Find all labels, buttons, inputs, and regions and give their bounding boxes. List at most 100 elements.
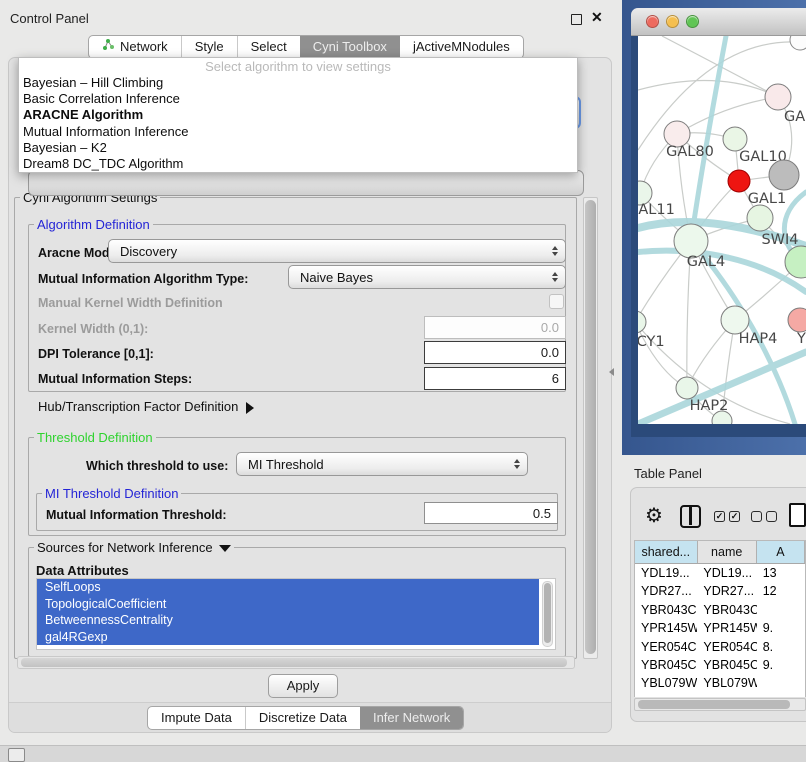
mi-algorithm-type-select[interactable]: Naive Bayes [288,265,566,289]
table-cell[interactable]: YER054C [697,638,756,656]
hub-definition-toggle[interactable]: Hub/Transcription Factor Definition [38,399,254,414]
deselect-all-checkbox-icon[interactable] [766,511,777,522]
network-node[interactable] [638,311,646,333]
network-node[interactable] [674,224,708,258]
table-row[interactable]: YER054CYER054C8. [635,638,805,656]
table-cell[interactable]: YDR27... [697,582,756,600]
network-node[interactable] [790,36,806,50]
window-close-icon[interactable] [646,15,659,28]
export-table-icon[interactable] [789,503,806,527]
mi-steps-input[interactable]: 6 [424,367,566,390]
table-cell[interactable]: 12 [757,582,805,600]
window-minimize-icon[interactable] [666,15,679,28]
table-cell[interactable]: YBL079W [635,674,697,692]
table-cell[interactable]: YBR045C [635,656,697,674]
window-zoom-icon[interactable] [686,15,699,28]
kernel-width-input[interactable]: 0.0 [424,316,566,339]
table-cell[interactable]: 9. [757,619,805,637]
scrollbar-thumb[interactable] [585,200,596,654]
network-node[interactable] [723,127,747,151]
dpi-tolerance-input[interactable]: 0.0 [424,341,566,364]
select-all-checkbox-icon[interactable]: ✓ [714,511,725,522]
table-cell[interactable]: YLR345W [635,693,697,697]
table-row[interactable]: YPR145WYPR145W9. [635,619,805,637]
panel-collapse-icon[interactable] [8,748,25,762]
table-cell[interactable]: YDL19... [697,564,756,582]
table-cell[interactable]: YDR27... [635,582,697,600]
table-column-header[interactable]: shared... [635,541,698,563]
table-cell[interactable]: 9. [757,656,805,674]
gear-icon[interactable]: ⚙ [645,503,663,528]
expand-right-icon[interactable] [246,402,254,414]
network-canvas[interactable]: GALGAL80GAL10GAL11GAL1GAL4SWI4GCY1HAP4YH… [638,36,806,424]
table-row[interactable]: YDR27...YDR27...12 [635,582,805,600]
list-vertical-scrollbar[interactable] [542,581,553,647]
mi-threshold-input[interactable]: 0.5 [424,502,558,524]
table-column-header[interactable]: A [757,541,805,563]
network-node[interactable] [747,205,773,231]
tab-network[interactable]: Network [89,36,181,58]
table-horizontal-scrollbar[interactable] [634,698,806,711]
aracne-mode-select[interactable]: Discovery [108,239,566,263]
sources-toggle[interactable]: Sources for Network Inference [34,540,234,555]
algorithm-option[interactable]: Dream8 DC_TDC Algorithm [19,156,577,172]
tab-impute-data[interactable]: Impute Data [148,707,245,729]
algorithm-option[interactable]: ARACNE Algorithm [19,107,577,123]
table-cell[interactable]: YDL19... [635,564,697,582]
attribute-list-item[interactable]: BetweennessCentrality [37,612,539,629]
collapse-down-icon[interactable] [219,545,231,552]
table-column-header[interactable]: name [698,541,757,563]
settings-horizontal-scrollbar[interactable] [17,656,575,669]
attribute-list-item[interactable]: gal4RGexp [37,629,539,646]
network-node[interactable] [765,84,791,110]
table-cell[interactable]: 8. [757,638,805,656]
table-row[interactable]: YBL079WYBL079W [635,674,805,692]
float-window-icon[interactable] [571,14,582,25]
table-cell[interactable]: 9. [757,693,805,697]
select-all-checkbox-icon[interactable]: ✓ [729,511,740,522]
algorithm-option[interactable]: Basic Correlation Inference [19,91,577,107]
table-cell[interactable]: 13 [757,564,805,582]
network-node[interactable] [728,170,750,192]
manual-kernel-width-checkbox[interactable] [549,294,564,309]
table-row[interactable]: YLR345WYLR345W9. [635,693,805,697]
attribute-list-item[interactable]: SelfLoops [37,579,539,596]
which-threshold-select[interactable]: MI Threshold [236,452,528,476]
table-row[interactable]: YDL19...YDL19...13 [635,564,805,582]
table-cell[interactable] [757,674,805,692]
panel-divider-handle[interactable] [609,368,614,376]
algorithm-option[interactable]: Mutual Information Inference [19,124,577,140]
table-cell[interactable]: YPR145W [635,619,697,637]
scrollbar-thumb[interactable] [544,583,551,643]
apply-button[interactable]: Apply [268,674,338,698]
split-columns-icon[interactable] [680,505,701,528]
network-node[interactable] [769,160,799,190]
table-cell[interactable]: YBR043C [635,601,697,619]
tab-style[interactable]: Style [181,36,237,58]
algorithm-combobox[interactable] [28,170,584,196]
tab-jactivemnodules[interactable]: jActiveMNodules [400,36,523,58]
table-row[interactable]: YBR043CYBR043C [635,601,805,619]
table-cell[interactable]: YBL079W [697,674,756,692]
node-table[interactable]: shared...nameA YDL19...YDL19...13YDR27..… [634,540,806,697]
data-attributes-list[interactable]: SelfLoopsTopologicalCoefficientBetweenne… [36,578,556,650]
table-cell[interactable] [757,601,805,619]
tab-discretize-data[interactable]: Discretize Data [245,707,360,729]
settings-vertical-scrollbar[interactable] [583,197,598,659]
table-cell[interactable]: YER054C [635,638,697,656]
table-cell[interactable]: YLR345W [697,693,756,697]
network-window-titlebar[interactable] [631,8,806,36]
deselect-all-checkbox-icon[interactable] [751,511,762,522]
table-cell[interactable]: YBR045C [697,656,756,674]
table-row[interactable]: YBR045CYBR045C9. [635,656,805,674]
network-node[interactable] [788,308,806,332]
table-cell[interactable]: YPR145W [697,619,756,637]
tab-select[interactable]: Select [237,36,300,58]
algorithm-option[interactable]: Bayesian – Hill Climbing [19,75,577,91]
tab-infer-network[interactable]: Infer Network [360,707,463,729]
tab-cyni-toolbox[interactable]: Cyni Toolbox [300,36,400,58]
scrollbar-thumb[interactable] [638,700,790,709]
scrollbar-thumb[interactable] [21,658,567,667]
algorithm-option[interactable]: Bayesian – K2 [19,140,577,156]
network-node[interactable] [676,377,698,399]
